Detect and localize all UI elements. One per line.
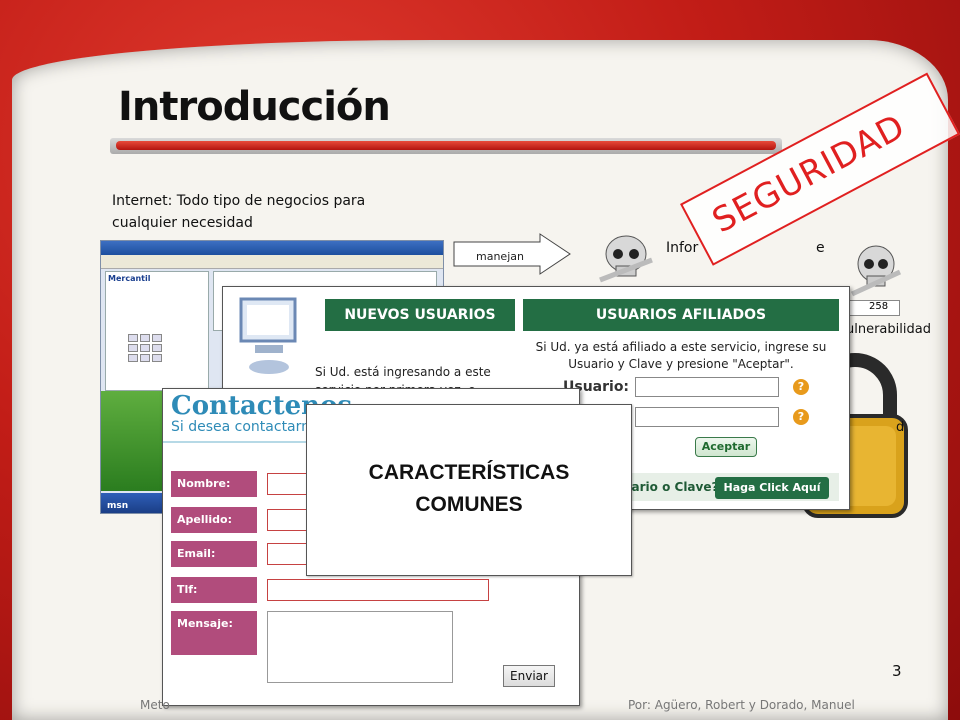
msn-label: msn — [107, 501, 129, 511]
characteristics-box: CARACTERÍSTICAS COMUNES — [306, 404, 632, 576]
virtual-keypad — [128, 334, 162, 362]
help-icon[interactable]: ? — [793, 409, 809, 425]
characteristics-text: CARACTERÍSTICAS COMUNES — [307, 457, 631, 521]
accept-button[interactable]: Aceptar — [695, 437, 757, 457]
arrow-label: manejan — [476, 250, 524, 263]
new-users-header: NUEVOS USUARIOS — [325, 299, 515, 331]
info-text-left: Infor — [666, 240, 699, 256]
skull-icon — [599, 235, 653, 283]
field-label-email: Email: — [171, 541, 257, 567]
affiliated-users-text: Si Ud. ya está afiliado a este servicio,… — [535, 340, 827, 371]
password-input[interactable] — [635, 407, 779, 427]
computer-icon — [239, 297, 297, 374]
intro-text: Internet: Todo tipo de negocios para cua… — [112, 190, 412, 234]
info-text-right: e — [816, 240, 825, 256]
vulnerability-label: ulnerabilidad — [846, 322, 931, 337]
footer-authors: Por: Agüero, Robert y Dorado, Manuel — [628, 698, 855, 712]
skull-icon — [850, 245, 902, 297]
bank-page: Mercantil — [105, 271, 209, 391]
field-label-phone: Tlf: — [171, 577, 257, 603]
browser-toolbar — [101, 255, 443, 269]
help-icon[interactable]: ? — [793, 379, 809, 395]
field-label-lastname: Apellido: — [171, 507, 257, 533]
bank-logo: Mercantil — [108, 274, 151, 283]
intro-line-1: Internet: Todo tipo de negocios para — [112, 193, 366, 209]
d-text: d — [896, 420, 905, 435]
username-input[interactable] — [635, 377, 779, 397]
title-underline-bar — [110, 138, 782, 154]
page-number: 3 — [892, 662, 902, 680]
characteristics-line-1: CARACTERÍSTICAS — [368, 461, 570, 484]
affiliated-users-header: USUARIOS AFILIADOS — [523, 299, 839, 331]
browser-title-bar — [101, 241, 443, 255]
slide-title: Introducción — [118, 84, 391, 130]
intro-line-2: cualquier necesidad — [112, 215, 253, 231]
click-here-button[interactable]: Haga Click Aquí — [715, 477, 829, 499]
contact-subtitle: Si desea contactarn — [171, 419, 311, 435]
field-label-message: Mensaje: — [171, 611, 257, 655]
message-textarea[interactable] — [267, 611, 453, 683]
forgot-text: uario o Clave? — [623, 480, 719, 494]
send-button[interactable]: Enviar — [503, 665, 555, 687]
characteristics-line-2: COMUNES — [415, 493, 523, 516]
phone-input[interactable] — [267, 579, 489, 601]
vulnerability-number: 258 — [846, 300, 900, 316]
field-label-name: Nombre: — [171, 471, 257, 497]
footer-left-text: Meto — [140, 698, 170, 712]
